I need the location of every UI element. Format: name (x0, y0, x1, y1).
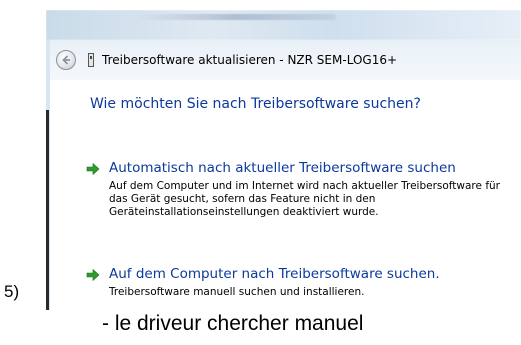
option-title[interactable]: Auf dem Computer nach Treibersoftware su… (109, 266, 440, 282)
driver-update-window: Treibersoftware aktualisieren - NZR SEM-… (46, 10, 521, 310)
device-icon (88, 53, 94, 67)
back-arrow-icon (62, 55, 70, 65)
green-arrow-icon (86, 268, 100, 282)
wizard-titlebar: Treibersoftware aktualisieren - NZR SEM-… (50, 40, 521, 80)
caption-text: - le driveur chercher manuel (102, 312, 364, 335)
option-title[interactable]: Automatisch nach aktueller Treibersoftwa… (109, 160, 456, 176)
option-description: Treibersoftware manuell suchen und insta… (109, 286, 365, 298)
window-left-border (46, 110, 49, 310)
page-heading: Wie möchten Sie nach Treibersoftware suc… (90, 96, 421, 112)
option-description: Auf dem Computer und im Internet wird na… (109, 180, 500, 218)
green-arrow-icon (86, 162, 100, 176)
window-title: Treibersoftware aktualisieren - NZR SEM-… (102, 53, 398, 67)
blurred-background-title (136, 14, 336, 20)
back-button[interactable] (56, 50, 76, 70)
step-number: 5) (4, 282, 20, 301)
window-frame-top (46, 10, 521, 40)
